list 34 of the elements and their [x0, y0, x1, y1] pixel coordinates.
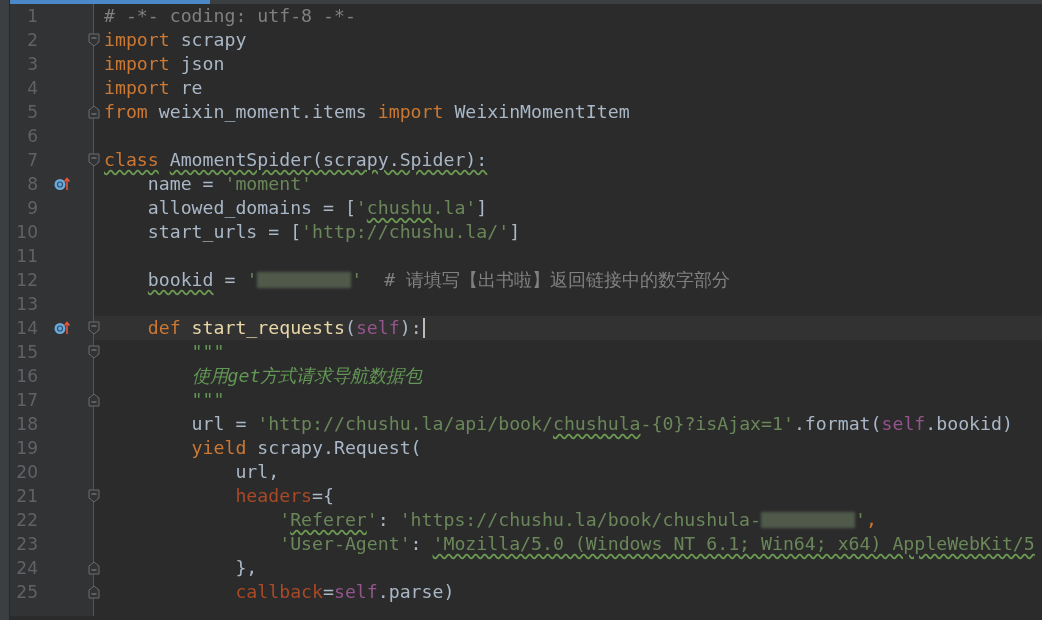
fold-icon[interactable]	[88, 33, 100, 47]
override-method-icon[interactable]	[54, 177, 70, 191]
code-line: class AmomentSpider(scrapy.Spider):	[104, 148, 488, 172]
code-line: url = 'http://chushu.la/api/book/chushula-{0}?isAjax=1'.format(self.bookid)	[190, 412, 1013, 436]
code-line: yield scrapy.Request(	[190, 436, 422, 460]
code-line: allowed_domains = ['chushu.la']	[146, 196, 488, 220]
code-line: 'Referer': 'https://chushu.la/book/chushula- ',	[278, 508, 877, 532]
code-line: 使用get方式请求导航数据包	[190, 364, 423, 388]
code-line: 'User-Agent': 'Mozilla/5.0 (Windows NT 6.1; Win64; x64) AppleWebKit/5	[278, 532, 1035, 556]
fold-icon[interactable]	[88, 153, 100, 167]
code-line: import json	[104, 52, 225, 76]
text-cursor	[422, 318, 425, 338]
fold-icon[interactable]	[88, 321, 100, 335]
code-line: from weixin_moment.items import WeixinMomentItem	[104, 100, 630, 124]
code-line: name = 'moment'	[146, 172, 313, 196]
code-line: """	[190, 340, 225, 364]
code-line: headers={	[234, 484, 334, 508]
code-line: import scrapy	[104, 28, 247, 52]
code-line: # -*- coding: utf-8 -*-	[104, 4, 356, 28]
code-line: start_urls = ['http://chushu.la/']	[146, 220, 521, 244]
code-line: """	[190, 388, 225, 412]
code-line: bookid = ' ' # 请填写【出书啦】返回链接中的数字部分	[146, 268, 731, 292]
override-method-icon[interactable]	[54, 321, 70, 335]
code-line: def start_requests(self):	[146, 316, 422, 340]
code-line: import re	[104, 76, 203, 100]
fold-end-icon[interactable]	[88, 585, 100, 599]
code-line: },	[234, 556, 258, 580]
fold-icon[interactable]	[88, 489, 100, 503]
code-line: url,	[234, 460, 280, 484]
fold-end-icon[interactable]	[88, 561, 100, 575]
fold-end-icon[interactable]	[88, 393, 100, 407]
fold-end-icon[interactable]	[88, 105, 100, 119]
fold-icon[interactable]	[88, 345, 100, 359]
code-line: callback=self.parse)	[234, 580, 455, 604]
